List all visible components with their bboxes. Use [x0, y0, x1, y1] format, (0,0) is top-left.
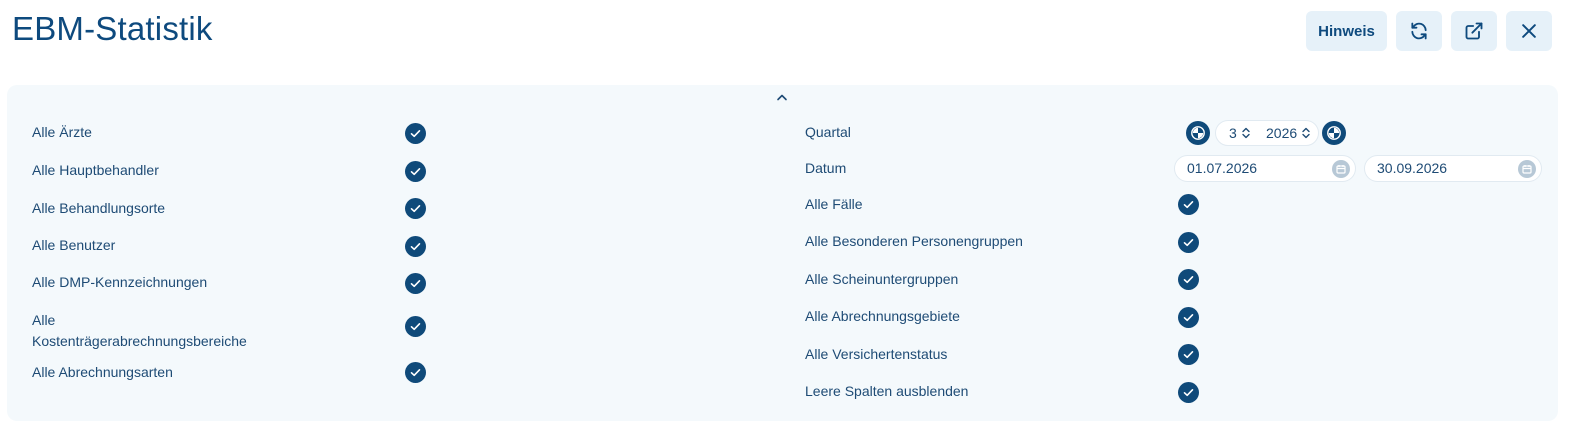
check-icon: [410, 280, 421, 288]
check-icon: [410, 323, 421, 331]
filter-label-versichertenstatus: Alle Versichertenstatus: [805, 346, 948, 362]
date-from-input[interactable]: [1187, 160, 1317, 176]
checkbox-faelle[interactable]: [1178, 194, 1199, 215]
quarter-label: Quartal: [805, 124, 851, 140]
date-to-calendar-button[interactable]: [1518, 160, 1536, 178]
check-icon: [1183, 201, 1194, 209]
year-spinner[interactable]: 2026: [1266, 121, 1311, 145]
filter-label-behandlungsorte: Alle Behandlungsorte: [32, 200, 166, 216]
spinner-arrows-icon[interactable]: [1241, 126, 1251, 140]
date-to-field: [1364, 155, 1542, 182]
checkbox-personengruppen[interactable]: [1178, 232, 1199, 253]
filter-label-scheinuntergruppen: Alle Scheinuntergruppen: [805, 271, 959, 287]
hint-button[interactable]: Hinweis: [1306, 11, 1387, 51]
filter-label-faelle: Alle Fälle: [805, 196, 863, 212]
quarter-next-button[interactable]: [1322, 121, 1346, 145]
quarter-prev-icon: [1191, 126, 1205, 140]
quarter-value: 3: [1229, 125, 1237, 141]
check-icon: [410, 243, 421, 251]
page-title: EBM-Statistik: [12, 10, 213, 47]
check-icon: [410, 168, 421, 176]
refresh-icon: [1411, 22, 1427, 40]
filter-label-dmp: Alle DMP-Kennzeichnungen: [32, 274, 208, 290]
checkbox-versichertenstatus[interactable]: [1178, 344, 1199, 365]
external-link-icon: [1465, 22, 1483, 40]
filter-label-abrechnungsarten: Alle Abrechnungsarten: [32, 364, 173, 380]
check-icon: [410, 130, 421, 138]
checkbox-abrechnungsgebiete[interactable]: [1178, 307, 1199, 328]
checkbox-scheinuntergruppen[interactable]: [1178, 269, 1199, 290]
check-icon: [1183, 351, 1194, 359]
refresh-button[interactable]: [1396, 11, 1442, 51]
collapse-toggle[interactable]: [770, 90, 794, 104]
date-from-calendar-button[interactable]: [1332, 160, 1350, 178]
quarter-spinner[interactable]: 3: [1229, 121, 1251, 145]
filter-label-kostentraeger: Alle: [32, 312, 56, 328]
year-value: 2026: [1266, 125, 1298, 141]
checkbox-benutzer[interactable]: [405, 236, 426, 257]
close-icon: [1522, 24, 1536, 38]
check-icon: [410, 205, 421, 213]
check-icon: [1183, 314, 1194, 322]
filter-label-hauptbehandler: Alle Hauptbehandler: [32, 162, 159, 178]
checkbox-dmp[interactable]: [405, 273, 426, 294]
calendar-icon: [1336, 165, 1346, 174]
filter-label-personengruppen: Alle Besonderen Personengruppen: [805, 233, 1023, 249]
filter-label-benutzer: Alle Benutzer: [32, 237, 116, 253]
check-icon: [1183, 276, 1194, 284]
date-label: Datum: [805, 160, 847, 176]
date-from-field: [1174, 155, 1356, 182]
checkbox-abrechnungsarten[interactable]: [405, 362, 426, 383]
hint-button-label: Hinweis: [1318, 22, 1375, 40]
checkbox-hauptbehandler[interactable]: [405, 161, 426, 182]
calendar-icon: [1522, 165, 1532, 174]
checkbox-behandlungsorte[interactable]: [405, 198, 426, 219]
quarter-prev-button[interactable]: [1186, 121, 1210, 145]
filter-label-aerzte: Alle Ärzte: [32, 124, 92, 140]
quarter-picker: 3 2026: [1215, 120, 1319, 146]
check-icon: [410, 369, 421, 377]
filter-label-kostentraeger-line2: Kostenträgerabrechnungsbereiche: [32, 333, 247, 349]
check-icon: [1183, 239, 1194, 247]
quarter-next-icon: [1327, 126, 1341, 140]
filter-label-leere-spalten: Leere Spalten ausblenden: [805, 383, 969, 399]
checkbox-leere-spalten[interactable]: [1178, 382, 1199, 403]
checkbox-aerzte[interactable]: [405, 123, 426, 144]
open-external-button[interactable]: [1451, 11, 1497, 51]
checkbox-kostentraeger[interactable]: [405, 316, 426, 337]
filter-label-abrechnungsgebiete: Alle Abrechnungsgebiete: [805, 308, 960, 324]
chevron-up-icon: [777, 94, 787, 101]
date-to-input[interactable]: [1377, 160, 1507, 176]
check-icon: [1183, 389, 1194, 397]
close-button[interactable]: [1506, 11, 1552, 51]
spinner-arrows-icon[interactable]: [1301, 126, 1311, 140]
